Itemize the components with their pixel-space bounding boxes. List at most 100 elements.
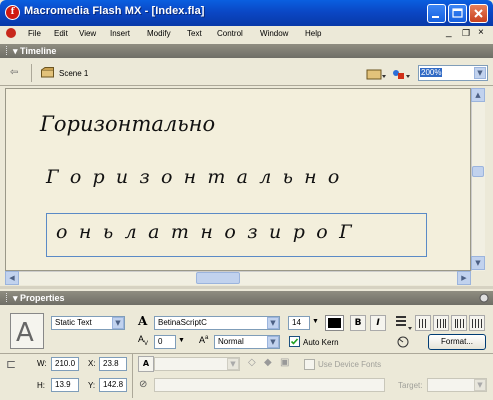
collapse-arrow-icon: ▾ [13, 46, 18, 56]
menu-bar [0, 26, 493, 42]
zoom-value: 200% [420, 68, 443, 77]
auto-kern-checkbox[interactable] [289, 336, 300, 347]
lock-proportions-icon[interactable]: ⊏ [6, 357, 16, 371]
variable-icon[interactable]: ▣ [280, 357, 289, 368]
bold-button[interactable]: B [350, 315, 366, 331]
show-border-icon[interactable]: ◆ [264, 357, 272, 368]
zoom-dropdown-icon[interactable]: ▼ [474, 67, 486, 79]
help-icon[interactable] [479, 293, 489, 303]
menu-help[interactable]: Help [305, 29, 321, 38]
checkmark-icon [290, 338, 299, 345]
maximize-button[interactable] [448, 4, 467, 23]
doc-restore-icon[interactable]: ❐ [462, 28, 470, 39]
x-input[interactable]: 23.8 [99, 357, 127, 371]
svg-text:A: A [16, 318, 34, 348]
italic-button[interactable]: I [370, 315, 386, 331]
minimize-button[interactable] [427, 4, 446, 23]
height-input[interactable]: 13.9 [51, 378, 79, 392]
separator [31, 64, 32, 82]
scroll-down-icon[interactable]: ▼ [471, 256, 485, 270]
scene-label[interactable]: Scene 1 [59, 69, 88, 78]
doc-close-icon[interactable]: × [478, 27, 484, 38]
align-right-icon [455, 319, 464, 328]
align-left-icon [419, 319, 426, 328]
font-dropdown-icon[interactable]: ▼ [267, 317, 279, 329]
target-dropdown-icon[interactable]: ▼ [474, 379, 486, 391]
stage-canvas[interactable]: Горизонтально Г о р и з о н т а л ь н о … [5, 88, 471, 271]
stage-text-reversed[interactable]: о н ь л а т н о з и р о Г [56, 221, 354, 243]
auto-kern-label: Auto Kern [303, 338, 339, 347]
back-arrow-icon[interactable]: ⇦ [10, 67, 18, 78]
scene-icon [41, 67, 54, 78]
scroll-right-icon[interactable]: ▶ [457, 271, 471, 285]
text-direction-icon[interactable] [394, 313, 414, 333]
character-position-dropdown-icon[interactable]: ▼ [267, 336, 279, 348]
timeline-panel-header[interactable]: ▾ Timeline [0, 44, 493, 58]
doc-minimize-icon[interactable]: _ [446, 27, 452, 38]
character-spacing-dropdown-icon[interactable]: ▼ [178, 337, 185, 344]
character-position-icon: Aa [199, 335, 209, 345]
scroll-corner [471, 271, 485, 285]
use-device-fonts-label: Use Device Fonts [318, 360, 382, 369]
character-spacing-input[interactable]: 0 [154, 335, 176, 349]
menu-edit[interactable]: Edit [54, 29, 68, 38]
width-input[interactable]: 210.0 [51, 357, 79, 371]
edit-symbols-icon[interactable] [390, 65, 412, 82]
stage-text-horizontal[interactable]: Горизонтально [40, 112, 215, 136]
link-icon: ⊘ [139, 379, 148, 390]
horizontal-scroll-thumb[interactable] [196, 272, 240, 284]
align-center-icon [437, 319, 446, 328]
y-input[interactable]: 142.8 [99, 378, 127, 392]
separator [0, 353, 493, 354]
text-color-swatch[interactable] [325, 315, 344, 331]
close-button[interactable] [469, 4, 488, 23]
use-device-fonts-checkbox[interactable] [304, 359, 315, 370]
document-icon[interactable] [6, 28, 16, 38]
menu-insert[interactable]: Insert [110, 29, 130, 38]
text-tool-icon: A [10, 313, 44, 349]
collapse-arrow-icon: ▾ [13, 293, 18, 303]
flash-app-icon[interactable]: f [5, 5, 20, 20]
x-label: X: [88, 359, 96, 368]
timeline-label: Timeline [20, 46, 57, 56]
menu-modify[interactable]: Modify [147, 29, 171, 38]
instance-dropdown-icon[interactable]: ▼ [227, 358, 239, 370]
align-right-button[interactable] [451, 315, 467, 331]
selectable-button[interactable]: A [138, 356, 154, 372]
separator [132, 354, 133, 398]
align-left-button[interactable] [415, 315, 431, 331]
properties-label: Properties [20, 293, 65, 303]
menu-file[interactable]: File [28, 29, 41, 38]
font-label-icon: A [138, 314, 148, 328]
height-label: H: [37, 381, 45, 390]
justify-icon [472, 319, 482, 328]
align-center-button[interactable] [433, 315, 449, 331]
stage-text-spaced[interactable]: Г о р и з о н т а л ь н о [46, 166, 342, 188]
edit-scene-icon[interactable] [366, 65, 388, 82]
splitter[interactable] [0, 286, 493, 289]
menu-control[interactable]: Control [217, 29, 243, 38]
font-select[interactable]: BetinaScriptC [154, 316, 280, 330]
font-size-input[interactable]: 14 [288, 316, 310, 330]
url-link-input[interactable] [154, 378, 385, 392]
menu-text[interactable]: Text [187, 29, 202, 38]
scroll-up-icon[interactable]: ▲ [471, 88, 485, 102]
font-size-dropdown-icon[interactable]: ▼ [312, 318, 319, 325]
minimize-icon [432, 16, 439, 18]
html-render-icon[interactable]: ◇ [248, 357, 256, 368]
vertical-scroll-thumb[interactable] [472, 166, 484, 177]
scroll-left-icon[interactable]: ◀ [5, 271, 19, 285]
target-label: Target: [398, 381, 423, 390]
format-button[interactable]: Format... [428, 334, 486, 350]
menu-view[interactable]: View [79, 29, 96, 38]
properties-panel-header[interactable]: ▾ Properties [0, 291, 493, 305]
close-icon [474, 9, 483, 18]
text-type-dropdown-icon[interactable]: ▼ [112, 317, 124, 329]
window-title: Macromedia Flash MX - [Index.fla] [24, 5, 205, 17]
grip-icon [6, 46, 9, 55]
text-color-fill [328, 318, 341, 328]
menu-window[interactable]: Window [260, 29, 288, 38]
vertical-scrollbar[interactable] [471, 88, 485, 271]
justify-button[interactable] [469, 315, 485, 331]
rotate-icon[interactable] [395, 334, 411, 350]
